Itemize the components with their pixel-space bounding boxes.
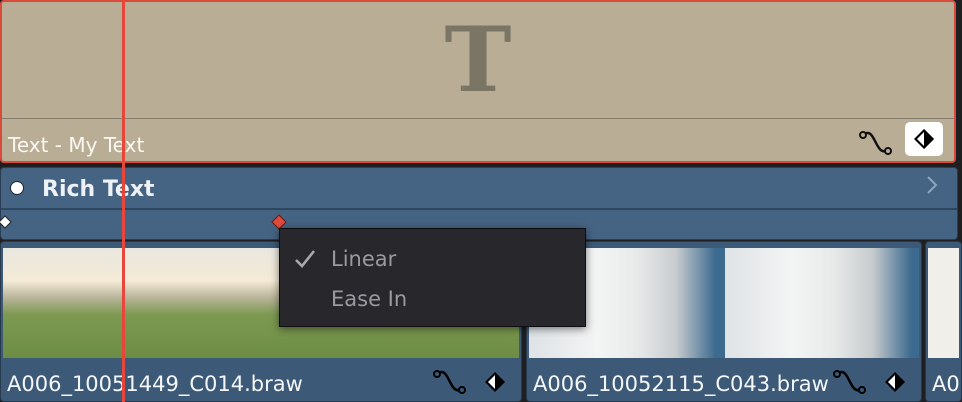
curve-editor-icon[interactable]	[433, 366, 467, 400]
keyframe-diamond-icon[interactable]	[883, 370, 907, 394]
playhead[interactable]	[122, 0, 125, 402]
thumbnail	[725, 248, 919, 358]
menu-item-linear[interactable]: Linear	[280, 239, 585, 279]
checkmark-icon	[295, 250, 316, 268]
menu-item-label: Ease In	[331, 287, 408, 311]
keyframe-toggle-button[interactable]	[905, 122, 943, 156]
clip-thumbnails	[928, 248, 959, 358]
clip-name: A00	[932, 372, 961, 396]
clip-name: A006_10051449_C014.braw	[7, 372, 303, 396]
menu-item-label: Linear	[331, 247, 397, 271]
chevron-right-icon[interactable]	[925, 174, 939, 196]
clip-name: A006_10052115_C043.braw	[533, 372, 829, 396]
keyframe-lane-divider	[1, 208, 957, 210]
keyframe-diamond-icon	[914, 129, 934, 149]
menu-item-ease-in[interactable]: Ease In	[280, 279, 585, 319]
effect-enable-toggle[interactable]	[10, 181, 24, 195]
thumbnail	[928, 248, 959, 358]
video-clip[interactable]: A00	[925, 241, 962, 402]
keyframe-marker[interactable]	[0, 215, 12, 229]
text-clip-icon: T	[444, 7, 512, 113]
text-clip[interactable]: T Text - My Text	[0, 0, 956, 163]
keyframe-interpolation-menu: Linear Ease In	[279, 228, 586, 327]
effect-title: Rich Text	[42, 177, 155, 202]
keyframe-diamond-icon[interactable]	[483, 370, 507, 394]
thumbnail	[3, 248, 106, 358]
clip-divider	[2, 118, 954, 119]
curve-editor-icon[interactable]	[833, 366, 867, 400]
curve-editor-icon[interactable]	[859, 127, 893, 161]
clip-thumbnails	[529, 248, 919, 358]
